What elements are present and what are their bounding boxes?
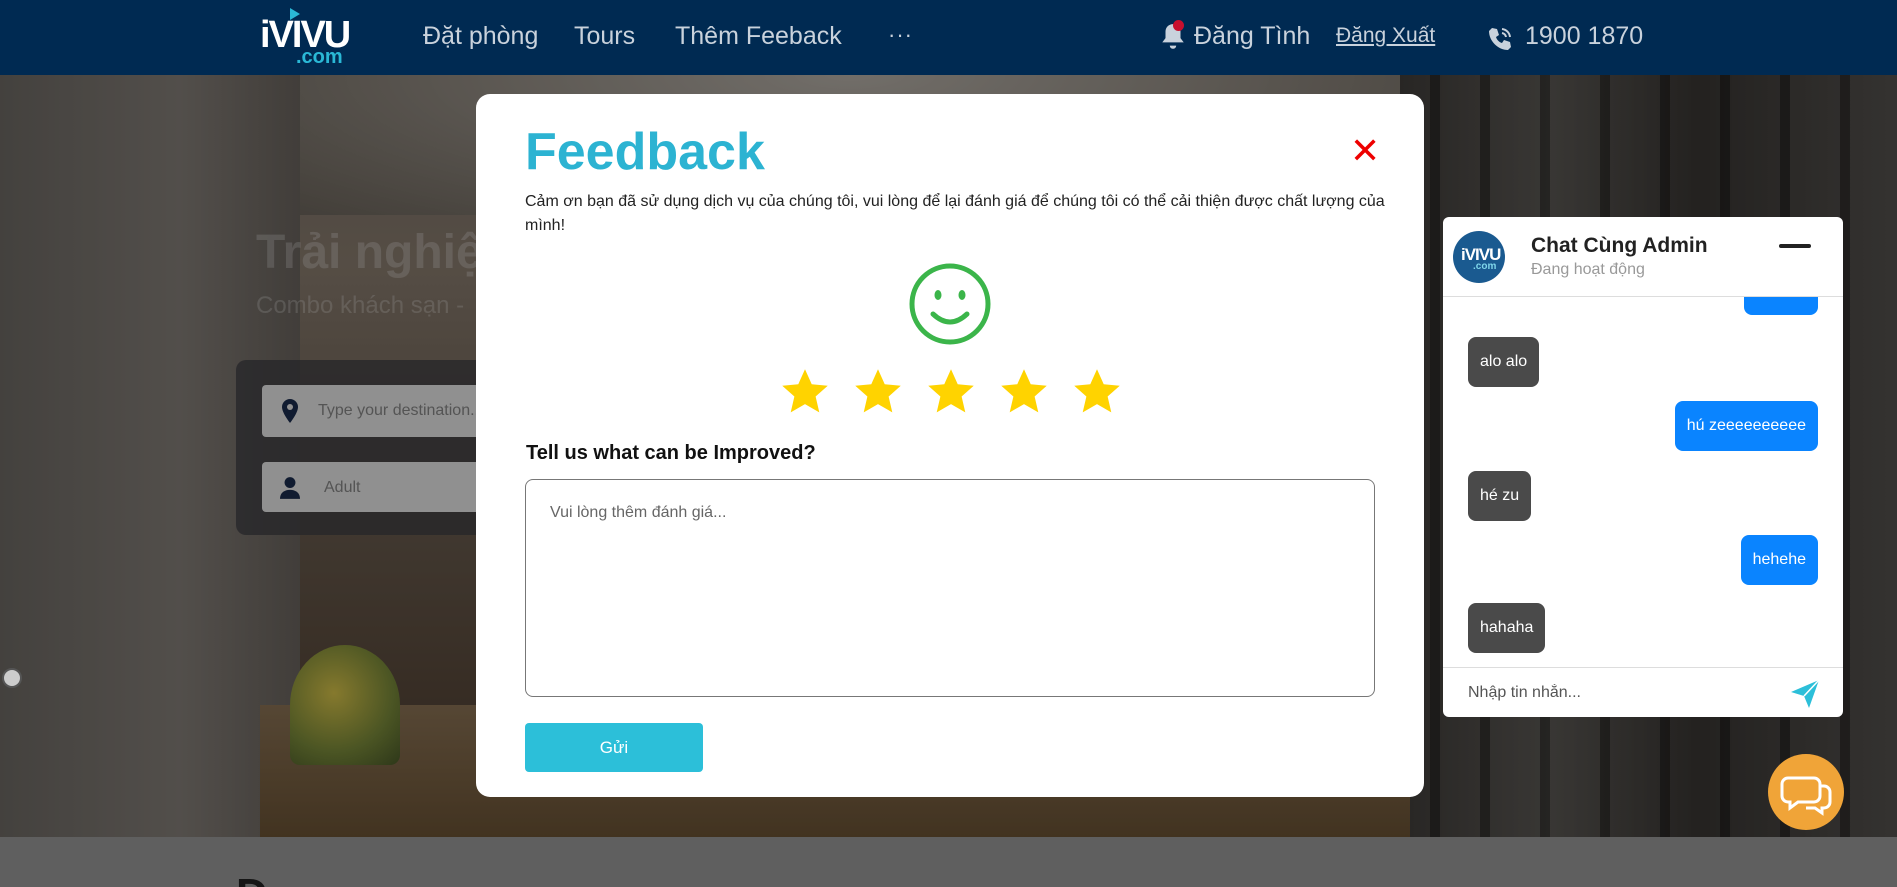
more-menu-button[interactable]: ··· bbox=[888, 22, 913, 48]
nav-tours[interactable]: Tours bbox=[574, 22, 635, 51]
chat-avatar: iVIVU .com bbox=[1453, 231, 1505, 283]
message-bubble: hehehe bbox=[1740, 535, 1818, 585]
chat-title: Chat Cùng Admin bbox=[1531, 234, 1708, 257]
no-smoking-icon bbox=[2, 668, 22, 688]
chat-messages[interactable]: alo alo hú zeeeeeeeeee hé zu hehehe haha… bbox=[1443, 297, 1843, 667]
submit-button[interactable]: Gửi bbox=[525, 723, 703, 772]
top-navbar: iVIVU .com Đặt phòng Tours Thêm Feeback … bbox=[0, 0, 1897, 75]
message-bubble: hú zeeeeeeeeee bbox=[1674, 401, 1818, 451]
star-icon-3[interactable] bbox=[925, 366, 977, 418]
chat-toggle-button[interactable] bbox=[1768, 754, 1844, 830]
improve-label: Tell us what can be Improved? bbox=[526, 442, 816, 464]
modal-title: Feedback bbox=[525, 123, 765, 181]
message-bubble: alo alo bbox=[1468, 337, 1540, 387]
hotline-number[interactable]: 1900 1870 bbox=[1525, 22, 1643, 51]
feedback-modal: Feedback ✕ Cảm ơn bạn đã sử dụng dịch vụ… bbox=[476, 94, 1424, 797]
nav-them-feedback[interactable]: Thêm Feeback bbox=[675, 22, 842, 51]
user-name[interactable]: Đăng Tình bbox=[1194, 22, 1310, 51]
star-icon-2[interactable] bbox=[852, 366, 904, 418]
star-icon-1[interactable] bbox=[779, 366, 831, 418]
chat-message-input[interactable] bbox=[1468, 680, 1768, 706]
send-icon[interactable] bbox=[1789, 678, 1821, 710]
logout-link[interactable]: Đăng Xuất bbox=[1336, 24, 1435, 48]
notification-dot bbox=[1173, 20, 1184, 31]
phone-icon bbox=[1489, 28, 1511, 50]
chat-widget: iVIVU .com Chat Cùng Admin Đang hoạt độn… bbox=[1443, 217, 1843, 717]
star-icon-5[interactable] bbox=[1071, 366, 1123, 418]
nav-dat-phong[interactable]: Đặt phòng bbox=[423, 22, 538, 51]
smiley-face-icon bbox=[909, 263, 991, 345]
message-bubble-partial bbox=[1744, 297, 1818, 315]
close-icon[interactable]: ✕ bbox=[1350, 133, 1380, 169]
logo-domain: .com bbox=[296, 46, 343, 68]
avatar-logo-domain: .com bbox=[1473, 261, 1497, 272]
modal-description: Cảm ơn bạn đã sử dụng dịch vụ của chúng … bbox=[525, 193, 1385, 234]
star-icon-4[interactable] bbox=[998, 366, 1050, 418]
chat-footer bbox=[1443, 667, 1843, 717]
minimize-chat-icon[interactable] bbox=[1779, 244, 1811, 248]
chat-header: iVIVU .com Chat Cùng Admin Đang hoạt độn… bbox=[1443, 217, 1843, 297]
message-bubble: hahaha bbox=[1468, 603, 1546, 653]
chat-bubbles-icon bbox=[1780, 776, 1832, 816]
site-logo[interactable]: iVIVU .com bbox=[260, 6, 352, 68]
chat-status: Đang hoạt động bbox=[1531, 261, 1645, 278]
message-bubble: hé zu bbox=[1468, 471, 1532, 521]
feedback-textarea[interactable] bbox=[525, 479, 1375, 697]
